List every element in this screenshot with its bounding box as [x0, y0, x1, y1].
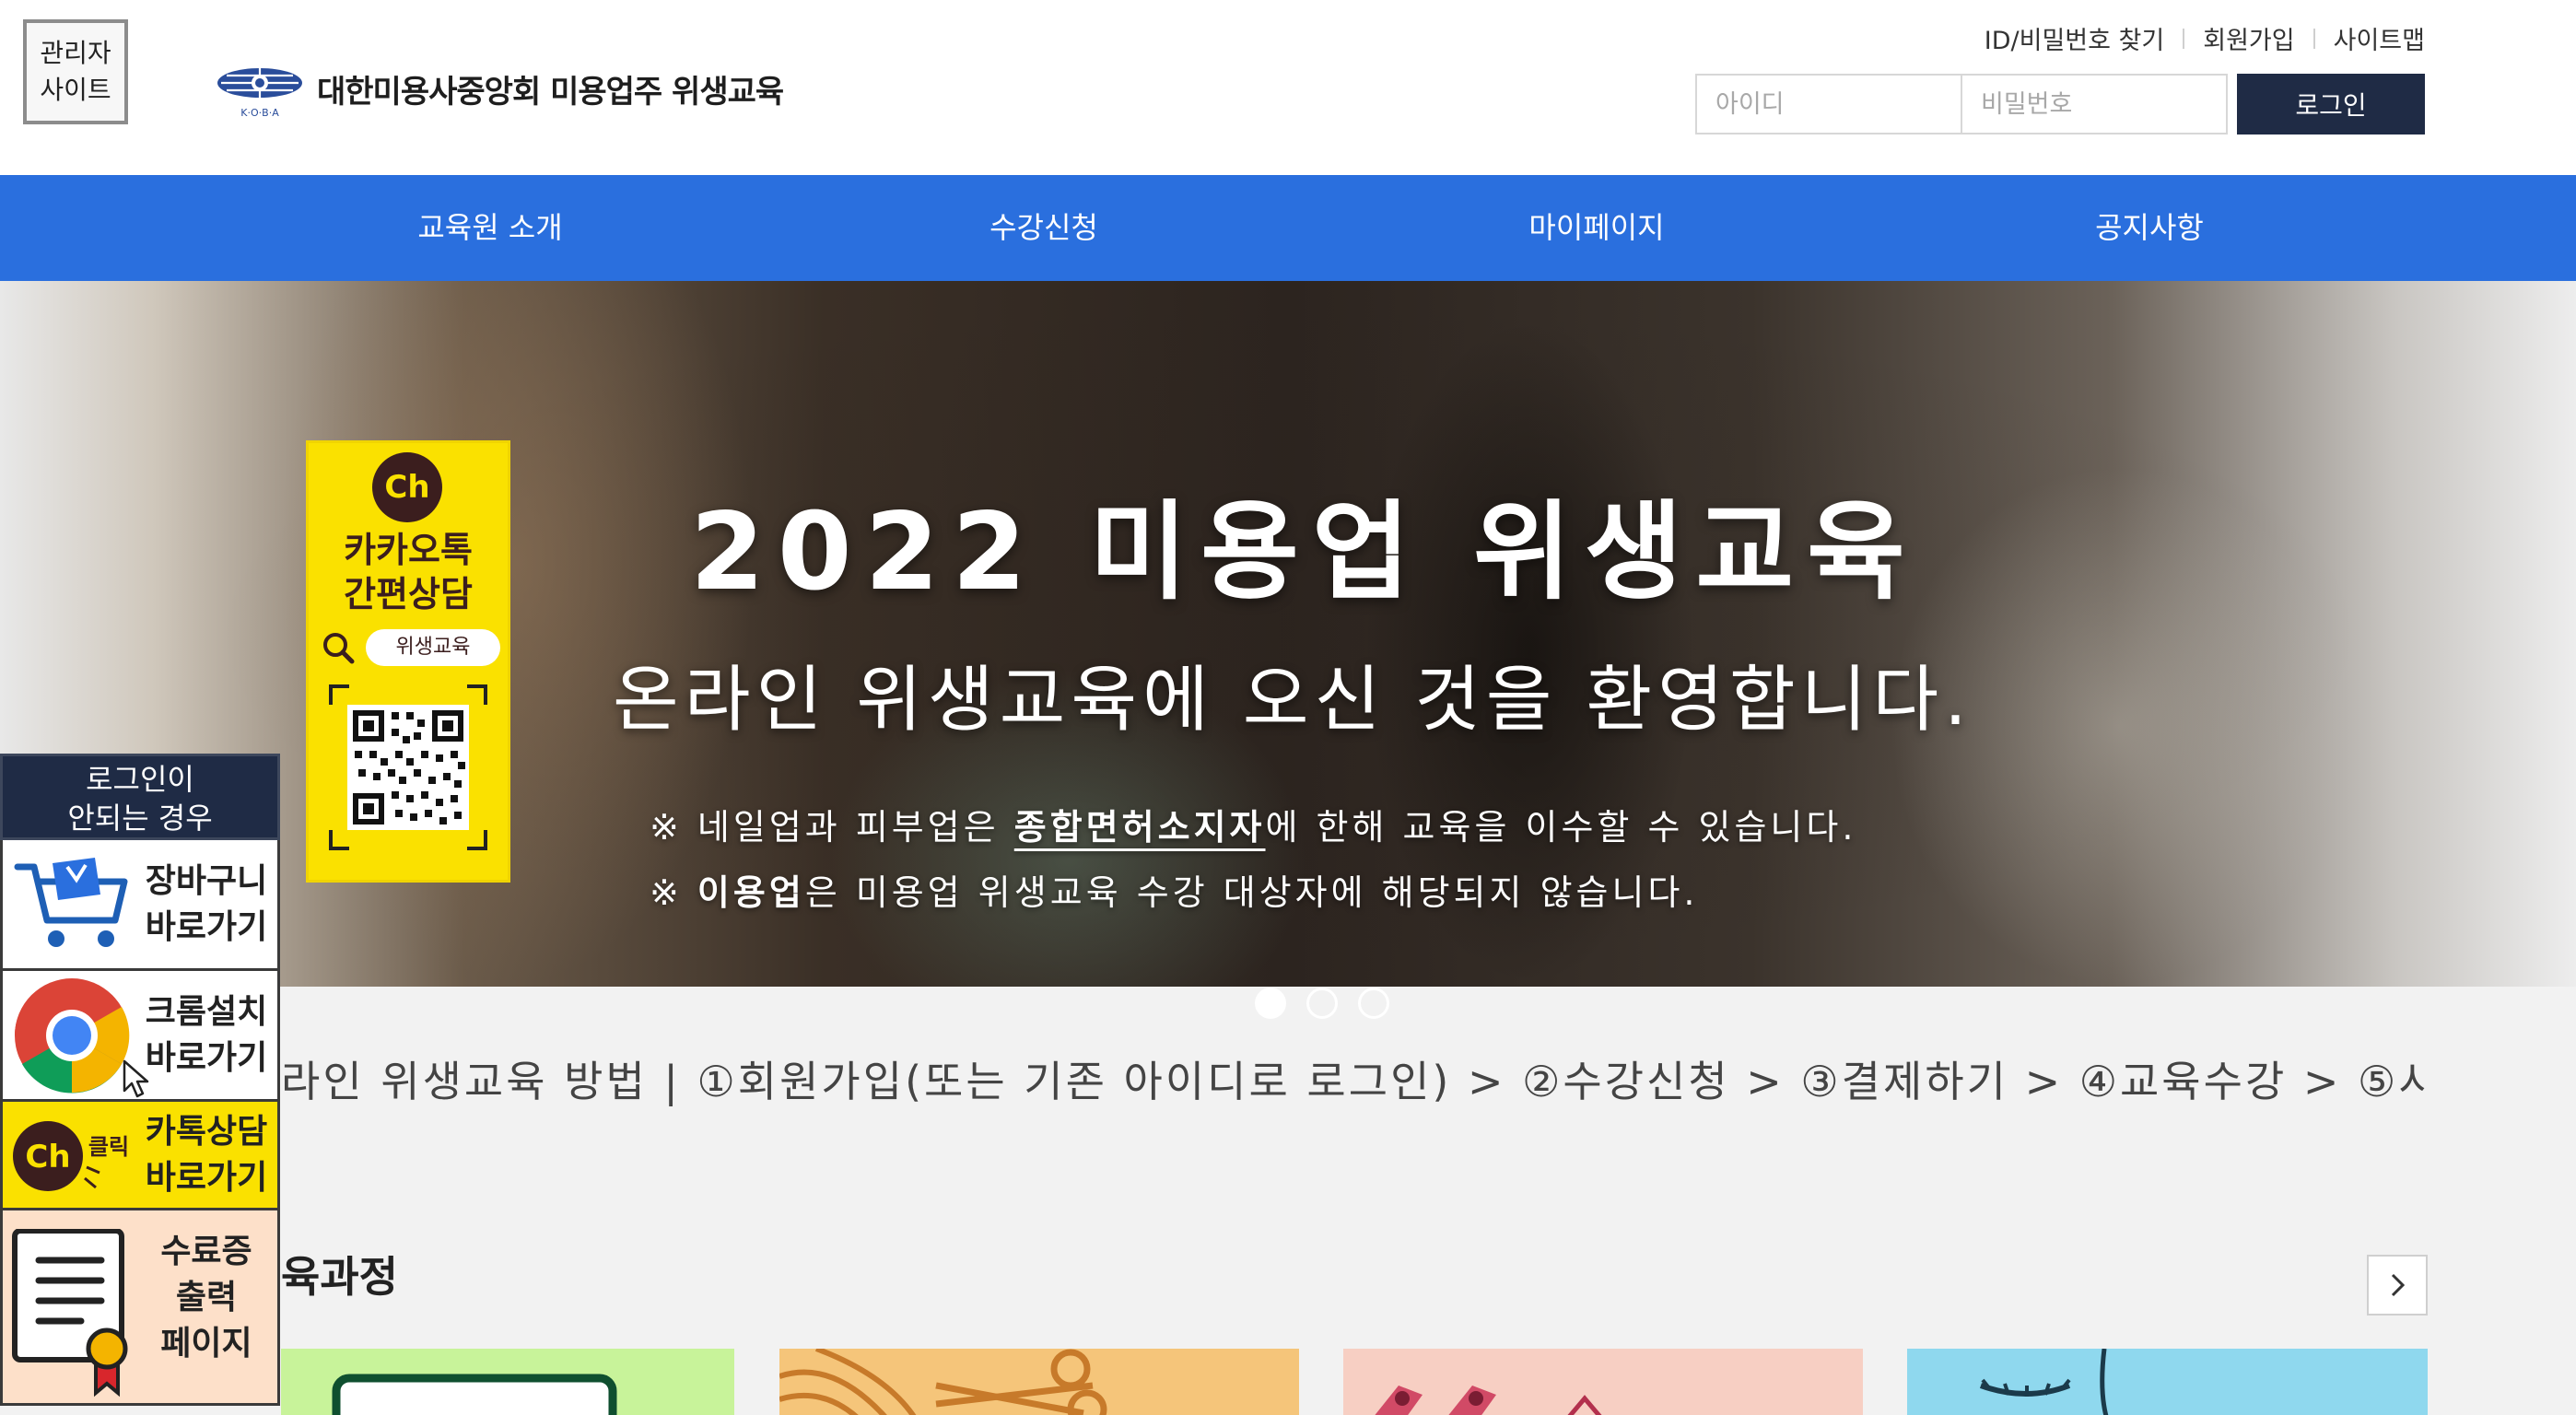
logo-mark-text: K·O·B·A [240, 107, 279, 119]
certificate-icon [3, 1229, 141, 1404]
course-card-2[interactable] [779, 1349, 1299, 1415]
user-id-input[interactable] [1695, 74, 1962, 134]
hero-note-1-suffix: 에 한해 교육을 이수할 수 있습니다. [1265, 807, 1857, 848]
kakao-click-icon: Ch 클릭 [3, 1103, 141, 1208]
course-card-4[interactable] [1907, 1349, 2428, 1415]
certificate-label-line-2: 출력 [175, 1279, 238, 1316]
admin-site-button[interactable]: 관리자 사이트 [23, 19, 128, 124]
kakao-channel-icon: Ch [372, 452, 442, 522]
chrome-label-line-2: 바로가기 [145, 1038, 268, 1077]
chrome-icon [3, 973, 141, 1098]
scissors-icon [779, 1349, 1107, 1415]
qr-code-icon [329, 684, 487, 850]
education-steps: 라인 위생교육 방법 | ①회원가입(또는 기존 아이디로 로그인) > ②수강… [281, 1057, 2428, 1106]
chrome-label-line-1: 크롬설치 [145, 992, 268, 1031]
admin-site-label-2: 사이트 [40, 75, 111, 105]
kakao-consult-card[interactable]: Ch 카카오톡 간편상담 위생교육 [306, 440, 510, 883]
cart-shortcut[interactable]: 장바구니 바로가기 [0, 840, 280, 971]
cart-label-line-1: 장바구니 [145, 861, 268, 900]
kakao-title-line-2: 간편상담 [344, 574, 473, 614]
hero-note-2-bold: 이용업 [697, 872, 805, 913]
course-card-3[interactable] [1343, 1349, 1863, 1415]
courses-next-button[interactable] [2367, 1255, 2428, 1316]
kakao-label-line-2: 바로가기 [145, 1158, 268, 1197]
slider-dot-3[interactable] [1358, 988, 1389, 1019]
login-button[interactable]: 로그인 [2237, 74, 2425, 134]
cart-shortcut-label: 장바구니 바로가기 [141, 859, 277, 951]
nav-item-notice[interactable]: 공지사항 [2095, 175, 2204, 281]
koba-logo-icon: K·O·B·A [217, 68, 302, 119]
search-icon [323, 633, 355, 664]
chrome-shortcut-label: 크롬설치 바로가기 [141, 989, 277, 1082]
hero-note-nail-skin: ※ 네일업과 피부업은 종합면허소지자에 한해 교육을 이수할 수 있습니다. [650, 799, 1856, 849]
site-logo[interactable]: K·O·B·A 대한미용사중앙회 미용업주 위생교육 [214, 55, 784, 122]
link-divider [2183, 28, 2185, 49]
find-id-password-link[interactable]: ID/비밀번호 찾기 [1985, 20, 2164, 56]
certificate-label-line-1: 수료증 [160, 1233, 252, 1270]
kakao-click-badge: 클릭 [88, 1134, 129, 1160]
link-divider [2313, 28, 2315, 49]
cart-label-line-2: 바로가기 [145, 907, 268, 946]
login-trouble-line-2: 안되는 경우 [67, 801, 213, 836]
nav-item-about[interactable]: 교육원 소개 [417, 175, 562, 281]
kakao-consult-shortcut[interactable]: Ch 클릭 카톡상담 바로가기 [0, 1102, 280, 1210]
mouse-pointer-icon [123, 1059, 149, 1098]
hero-note-1-bold: 종합면허소지자 [1013, 807, 1266, 848]
password-input[interactable] [1961, 74, 2228, 134]
nav-item-mypage[interactable]: 마이페이지 [1528, 175, 1664, 281]
hero-note-2-prefix: ※ [650, 872, 697, 913]
course-illustration [332, 1374, 617, 1415]
kakao-search-keyword: 위생교육 [366, 629, 500, 666]
quick-menu: 로그인이 안되는 경우 장바구니 바로가기 크롬설치 바로가기 Ch 클릭 카톡… [0, 754, 280, 1406]
slider-dot-2[interactable] [1306, 988, 1338, 1019]
signup-link[interactable]: 회원가입 [2203, 20, 2294, 56]
logo-text: 대한미용사중앙회 미용업주 위생교육 [317, 73, 784, 111]
hero-note-1-prefix: ※ 네일업과 피부업은 [650, 807, 1014, 848]
courses-section-title: 육과정 [281, 1252, 398, 1302]
hero-note-2-suffix: 은 미용업 위생교육 수강 대상자에 해당되지 않습니다. [804, 872, 1699, 913]
chevron-right-icon [2391, 1273, 2406, 1297]
kakao-shortcut-label: 카톡상담 바로가기 [141, 1109, 277, 1201]
login-trouble-line-1: 로그인이 [86, 762, 194, 797]
kakao-label-line-1: 카톡상담 [145, 1112, 268, 1151]
top-links: ID/비밀번호 찾기 회원가입 사이트맵 [1985, 20, 2425, 56]
slider-dot-1[interactable] [1255, 988, 1286, 1019]
certificate-shortcut-label: 수료증 출력 페이지 [141, 1229, 277, 1367]
certificate-label-line-3: 페이지 [160, 1325, 252, 1362]
cart-icon [3, 842, 141, 967]
site-header: 관리자 사이트 K·O·B·A 대한미용사중앙회 미용업주 위생교육 ID/비밀… [0, 0, 2576, 175]
chrome-install-shortcut[interactable]: 크롬설치 바로가기 [0, 971, 280, 1102]
certificate-print-shortcut[interactable]: 수료증 출력 페이지 [0, 1210, 280, 1406]
kakao-card-title: 카카오톡 간편상담 [309, 528, 508, 616]
face-eye-icon [1979, 1349, 2109, 1415]
main-nav: 교육원 소개 수강신청 마이페이지 공지사항 [0, 175, 2576, 281]
nav-item-enroll[interactable]: 수강신청 [989, 175, 1098, 281]
course-card-1[interactable] [281, 1349, 734, 1415]
admin-site-label-1: 관리자 [40, 38, 111, 68]
sitemap-link[interactable]: 사이트맵 [2334, 20, 2425, 56]
login-form: 로그인 [1695, 74, 2425, 134]
kakao-title-line-1: 카카오톡 [344, 530, 473, 570]
kakao-search-box: 위생교육 [320, 627, 500, 668]
slider-dots [1255, 988, 1389, 1019]
kakao-ch-text: Ch [25, 1139, 70, 1175]
nail-polish-icon [1375, 1386, 1602, 1415]
hero-note-barber: ※ 이용업은 미용업 위생교육 수강 대상자에 해당되지 않습니다. [650, 864, 1699, 915]
login-trouble-link[interactable]: 로그인이 안되는 경우 [0, 754, 280, 840]
